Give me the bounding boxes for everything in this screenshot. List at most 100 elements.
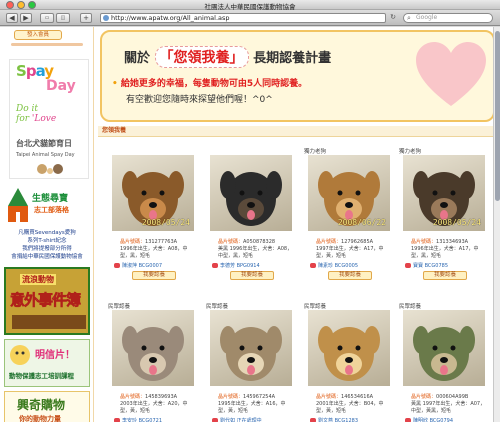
postcard-subtitle: 動物保護志工培訓課程	[9, 372, 74, 380]
address-text: http://www.apatw.org/All_animal.asp	[111, 14, 230, 22]
paw-icon	[405, 418, 411, 422]
reload-button[interactable]: ↻	[388, 13, 398, 23]
animal-photo[interactable]	[308, 310, 390, 386]
accident-top-label: 流浪動物	[20, 274, 56, 285]
animal-card[interactable]: 民眾認養 晶片號碼：145967254A 1995年出生，犬舍：A16，中型，黃，短…	[206, 302, 294, 422]
paw-icon	[114, 263, 120, 268]
animal-info: 晶片號碼：A050878328 美黑 1996年出生，犬舍：A08，中型，黑，短毛	[218, 239, 293, 259]
shop-subtitle: 你的動物力量	[19, 415, 61, 422]
animal-photo[interactable]	[112, 310, 194, 386]
paw-icon	[310, 418, 316, 422]
accident-title: 意外事件簿	[10, 291, 82, 310]
adopter-info[interactable]: 劉文燕 BCG1283	[310, 417, 358, 422]
photo-date: 2008/06/22	[337, 218, 386, 227]
dog-icon	[220, 171, 282, 226]
search-icon: ⌕	[407, 14, 411, 22]
dog-icon	[220, 326, 282, 381]
animal-info: 晶片號碼：131277763A 1996年出生，犬舍：A08，中型，黑，短毛	[120, 239, 188, 259]
web-page: 發入會員 Spay Day Do it for 'Love 台北犬貓節育日 Ta…	[0, 27, 500, 422]
card-status: 民眾認養	[399, 304, 422, 310]
adopt-button[interactable]: 我要認養	[328, 271, 372, 280]
bookmark-icon[interactable]: ◫	[56, 13, 70, 23]
spay-day-banner[interactable]: Spay Day Do it for 'Love 台北犬貓節育日 Taipei …	[9, 59, 89, 179]
card-status: 民眾認養	[304, 304, 327, 310]
spay-chinese-title: 台北犬貓節育日	[16, 139, 72, 148]
browser-toolbar: ◀ ▶ ▭ ◫ + http://www.apatw.org/All_anima…	[0, 10, 500, 26]
adopter-info[interactable]: 陳明欣 BCG0794	[405, 417, 453, 422]
banner-title: 關於 「您領我養」 長期認養計畫	[124, 46, 331, 68]
animal-card[interactable]: 2008/05/24 晶片號碼：131277763A 1996年出生，犬舍：A08，…	[108, 147, 196, 282]
pets-illustration-icon	[37, 164, 63, 174]
animal-card[interactable]: 晶片號碼：A050878328 美黑 1996年出生，犬舍：A08，中型，黑，短毛…	[206, 147, 294, 282]
sidebar-divider	[11, 43, 83, 46]
animal-card[interactable]: 民眾認養晶片號碼：145839693A 2003年出生，犬舍：A20，中型，黃，短…	[108, 302, 196, 422]
animal-info: 晶片號碼：146534616A 2001年出生，犬舍：B04，中型，黃，短毛	[316, 394, 384, 414]
adopter-info[interactable]: 李安玲 BCG0721	[114, 417, 162, 422]
paw-icon	[212, 263, 218, 268]
banner-line-2: 有空歡迎您隨時來探望他們喔！^0^	[126, 95, 273, 105]
card-status: 獨力老狗	[304, 149, 327, 155]
adopter-info[interactable]: 陳素珍 BCG0005	[310, 262, 358, 269]
photo-date: 2008/05/24	[141, 218, 190, 227]
adopter-info[interactable]: 劉代如 正在處理中	[212, 417, 262, 422]
adopter-info[interactable]: 寶寶 BCG0785	[405, 262, 448, 269]
animal-icon	[10, 345, 30, 365]
banner-line-1: • 給她更多的幸福，每隻動物可由5人同時認養。	[112, 79, 308, 89]
animal-card[interactable]: 民眾認養晶片號碼：000604A99B 黃黑 1997年出生，犬舍：A07，中型，…	[399, 302, 487, 422]
join-member-button[interactable]: 發入會員	[14, 30, 62, 40]
eco-volunteer-blog-banner[interactable]: 生態尋寶 志工部落格	[2, 183, 90, 227]
back-button[interactable]: ◀	[6, 13, 18, 23]
paw-icon	[405, 263, 411, 268]
tshirt-promo-text[interactable]: 凡購買Sevendays愛狗 系列T-shirt紀念 我們將提撥部分所得 會捐給…	[2, 229, 92, 261]
dog-icon	[318, 326, 380, 381]
dog-icon	[122, 326, 184, 381]
animal-photo[interactable]: 2008/06/22	[308, 155, 390, 231]
accident-photo	[12, 315, 86, 329]
animal-info: 晶片號碼：145839693A 2003年出生，犬舍：A20，中型，黃，短毛	[120, 394, 188, 414]
globe-icon	[103, 15, 109, 21]
animal-photo[interactable]: 2008/05/24	[112, 155, 194, 231]
adopter-info[interactable]: 李德芳 BPG0914	[212, 262, 260, 269]
photo-date: 2008/05/24	[432, 218, 481, 227]
paw-icon	[212, 418, 218, 422]
adopt-button[interactable]: 我要認養	[423, 271, 467, 280]
forward-button[interactable]: ▶	[20, 13, 32, 23]
shop-banner[interactable]: 興奇購物 你的動物力量	[4, 391, 90, 422]
section-title: 您領我養	[98, 126, 496, 137]
card-status: 民眾認養	[108, 304, 131, 310]
spay-day-text: Day	[46, 78, 76, 94]
vertical-scrollbar[interactable]	[493, 27, 500, 422]
nature-illustration-icon	[8, 188, 28, 222]
animal-card[interactable]: 獨力老狗 2008/05/24 晶片號碼：131334693A 1996年出生，犬舍：…	[399, 147, 487, 282]
postcard-title: 明信片！	[35, 350, 75, 361]
scrollbar-thumb[interactable]	[495, 31, 500, 201]
shop-title: 興奇購物	[17, 398, 66, 412]
stray-accident-banner[interactable]: 流浪動物 意外事件簿	[4, 267, 90, 335]
paw-icon	[310, 263, 316, 268]
search-input[interactable]: ⌕ Google	[403, 13, 493, 23]
adopter-info[interactable]: 陳淑萍 BCG0007	[114, 262, 162, 269]
animal-info: 晶片號碼：000604A99B 黃黑 1997年出生，犬舍：A07，中型，黃黑，短…	[411, 394, 486, 414]
heart-icon	[416, 42, 486, 106]
tabs-icon[interactable]: ▭	[40, 13, 54, 23]
animal-photo[interactable]: 2008/05/24	[403, 155, 485, 231]
animal-info: 晶片號碼：131334693A 1996年出生，犬舍：A17，中型，黑，短毛	[411, 239, 479, 259]
adoption-plan-banner: 關於 「您領我養」 長期認養計畫 • 給她更多的幸福，每隻動物可由5人同時認養。…	[100, 30, 495, 122]
eco-subtitle: 志工部落格	[34, 206, 69, 214]
animal-card[interactable]: 獨力老狗 2008/06/22 晶片號碼：127962685A 1997年出生，犬舍：…	[304, 147, 392, 282]
volunteer-postcard-banner[interactable]: 明信片！ 動物保護志工培訓課程	[4, 339, 90, 387]
adopt-button[interactable]: 我要認養	[230, 271, 274, 280]
spay-slogan: Do it for 'Love	[16, 104, 57, 124]
animal-info: 晶片號碼：145967254A 1995年出生，犬舍：A16，中型，黃，短毛	[218, 394, 286, 414]
animal-photo[interactable]	[210, 155, 292, 231]
animal-photo[interactable]	[403, 310, 485, 386]
add-bookmark-button[interactable]: +	[80, 13, 92, 23]
card-status: 獨力老狗	[399, 149, 422, 155]
adopt-button[interactable]: 我要認養	[132, 271, 176, 280]
animal-photo[interactable]	[210, 310, 292, 386]
left-sidebar: 發入會員 Spay Day Do it for 'Love 台北犬貓節育日 Ta…	[0, 27, 94, 422]
address-bar[interactable]: http://www.apatw.org/All_animal.asp	[100, 13, 386, 23]
eco-title: 生態尋寶	[32, 194, 69, 204]
animal-card[interactable]: 民眾認養晶片號碼：146534616A 2001年出生，犬舍：B04，中型，黃，短…	[304, 302, 392, 422]
animal-info: 晶片號碼：127962685A 1997年出生，犬舍：A17，中型，黃，短毛	[316, 239, 384, 259]
